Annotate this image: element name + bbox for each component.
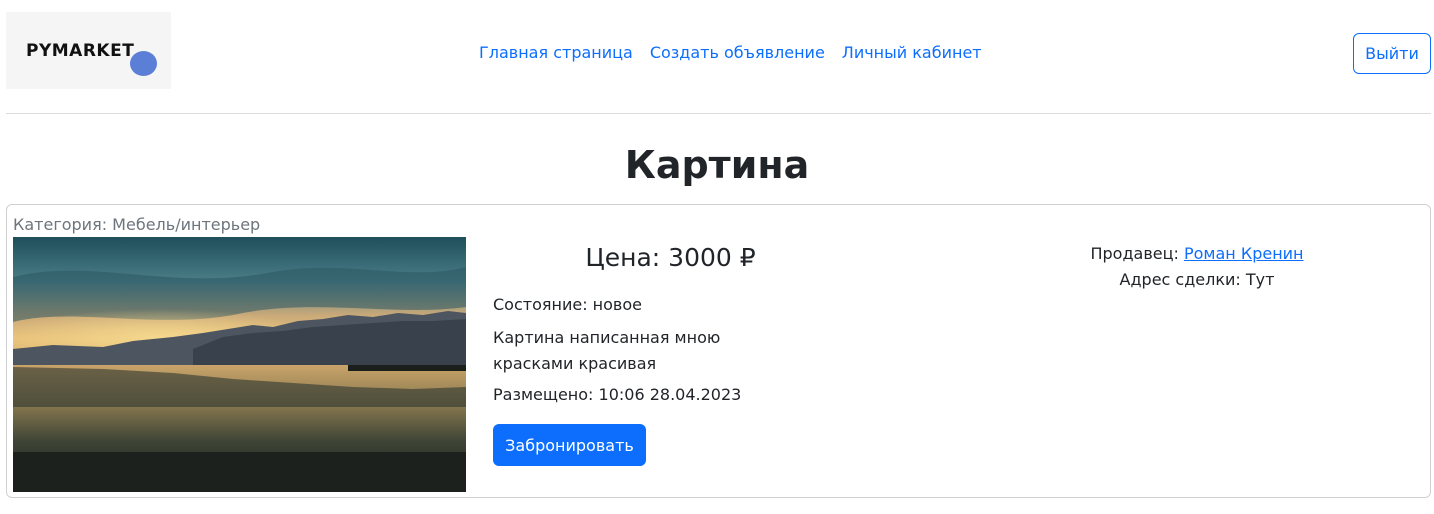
logo-text: PYMARKET [26,41,135,61]
nav-create-listing-link[interactable]: Создать объявление [650,43,825,62]
nav-profile-link[interactable]: Личный кабинет [842,43,982,62]
listing-photo [13,237,466,492]
seller-prefix: Продавец: [1090,244,1184,263]
listing-card: Категория: Мебель/интерьер Цена: 3000 ₽ … [6,204,1431,498]
logout-button[interactable]: Выйти [1353,33,1431,74]
nav-home-link[interactable]: Главная страница [479,43,633,62]
listing-details: Цена: 3000 ₽ Состояние: новое Картина на… [493,243,848,466]
header-divider [6,113,1431,114]
book-button[interactable]: Забронировать [493,424,646,466]
header: PYMARKET Главная страница Создать объявл… [0,0,1434,114]
condition-label: Состояние: новое [493,295,642,314]
category-label: Категория: Мебель/интерьер [13,215,261,234]
page-title: Картина [624,143,810,187]
price-label: Цена: 3000 ₽ [585,243,756,272]
address-label: Адрес сделки: Тут [1119,270,1275,289]
seller-row: Продавец: Роман Кренин [1047,241,1347,267]
seller-info: Продавец: Роман Кренин Адрес сделки: Тут [1047,241,1347,293]
logo[interactable]: PYMARKET [6,12,171,89]
description-text: Картина написанная мною красками красива… [493,328,721,373]
seller-link[interactable]: Роман Кренин [1184,244,1304,263]
main-nav: Главная страница Создать объявление Личн… [479,43,982,62]
posted-date: Размещено: 10:06 28.04.2023 [493,385,742,404]
landscape-image [13,237,466,492]
